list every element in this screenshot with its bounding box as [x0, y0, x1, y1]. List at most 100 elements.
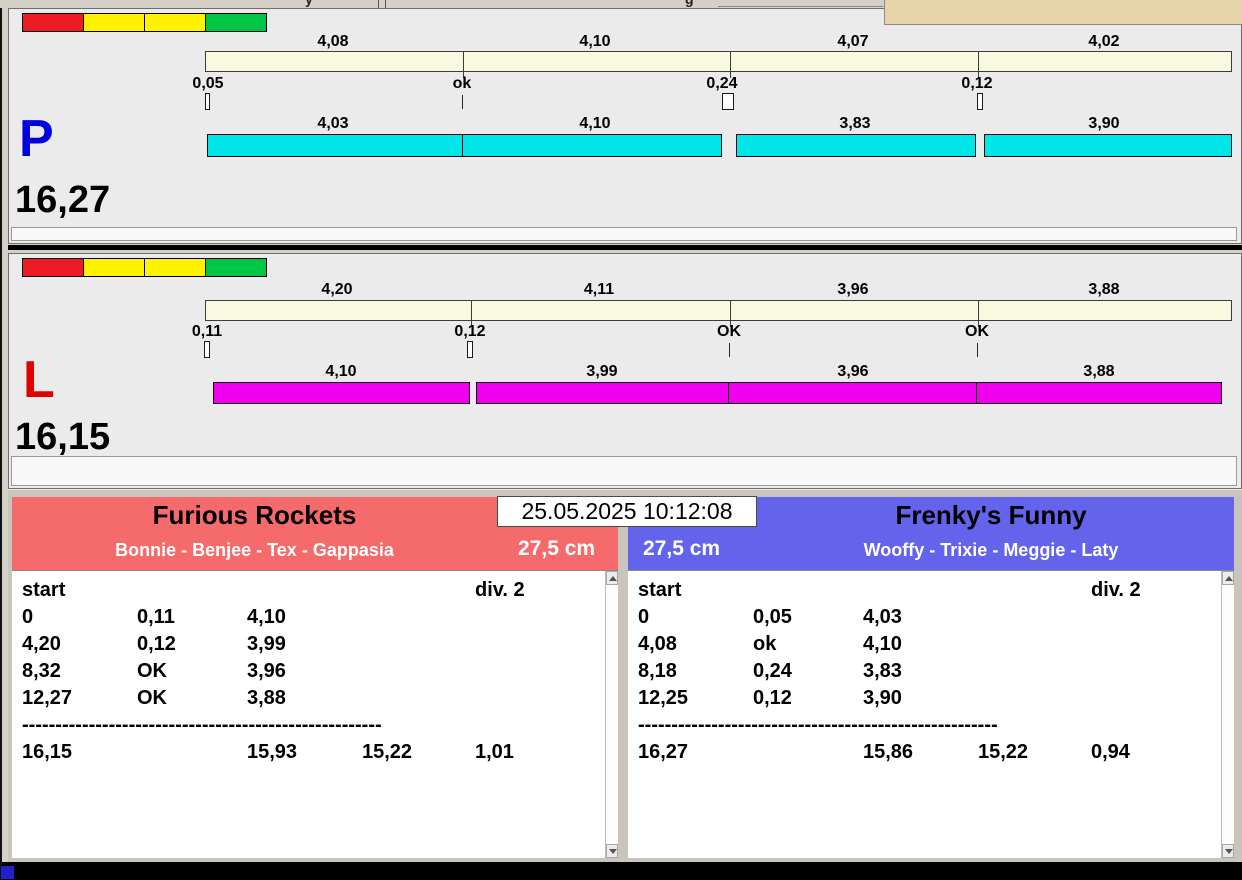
table-cell: 3,90: [863, 687, 902, 709]
lower-split-label: 4,10: [579, 115, 611, 132]
toolbar-divider: [385, 0, 386, 8]
table-cell: 15,86: [863, 741, 914, 763]
light-yellow-icon: [83, 13, 145, 32]
table-cell: 12,27: [22, 687, 73, 709]
table-separator-row: ----------------------------------------…: [12, 714, 618, 741]
team-roster: Bonnie - Benjee - Tex - Gappasia: [115, 540, 394, 560]
table-row: 12,27 OK 3,88: [12, 687, 618, 714]
pass-time-label: OK: [965, 323, 989, 340]
scroll-up-button[interactable]: [1222, 571, 1234, 585]
lower-split-label: 3,96: [837, 363, 869, 380]
toolbar-divider: [378, 0, 379, 8]
section-divider: [8, 245, 1242, 250]
table-cell: 15,22: [978, 741, 1029, 763]
scroll-up-button[interactable]: [606, 571, 618, 585]
lower-split-label: 3,83: [839, 115, 871, 132]
table-body: start div. 2 0 0,11 4,10 4,20 0,12 3,99 …: [12, 571, 618, 768]
pass-ok-tick: [729, 343, 730, 357]
bottom-status-bar: [0, 862, 1242, 880]
table-row: 0 0,05 4,03: [628, 606, 1234, 633]
table-row: 4,20 0,12 3,99: [12, 633, 618, 660]
total-time: 16,27: [638, 741, 689, 763]
table-cell: 8,32: [22, 660, 61, 682]
overlapping-window-corner: [884, 0, 1242, 25]
run-bar-segment: [213, 382, 470, 404]
lower-split-label: 3,88: [1083, 363, 1115, 380]
table-header-row: start div. 2: [12, 579, 618, 606]
table-cell: 1,01: [475, 741, 514, 763]
table-cell: 4,10: [247, 606, 286, 628]
pass-time-label: 0,12: [454, 323, 486, 340]
light-yellow-icon: [144, 258, 206, 277]
run-bar-segment: [984, 134, 1232, 157]
run-bar-segment: [736, 134, 976, 157]
col-start-label: start: [22, 579, 66, 601]
table-cell: OK: [137, 660, 167, 682]
light-green-icon: [205, 258, 267, 277]
pass-gap-marker: [204, 341, 210, 358]
taskbar-accent-square: [1, 866, 14, 879]
table-cell: 0: [22, 606, 34, 628]
table-row: 12,25 0,12 3,90: [628, 687, 1234, 714]
light-green-icon: [205, 13, 267, 32]
table-cell: 3,88: [247, 687, 286, 709]
result-table-right: start div. 2 0 0,05 4,03 4,08 ok 4,10 8,…: [628, 570, 1234, 858]
col-start-label: start: [638, 579, 682, 601]
pass-time-label: 0,24: [706, 75, 738, 92]
upper-split-label: 3,96: [837, 281, 869, 298]
table-scrollbar[interactable]: [605, 571, 618, 858]
table-scrollbar[interactable]: [1221, 571, 1234, 858]
flyball-timing-screen: y g 4,08 4,10 4,07 4,02 0,05 ok 0,24 0,1…: [0, 0, 1242, 880]
scroll-down-button[interactable]: [606, 844, 618, 858]
table-cell: 3,96: [247, 660, 286, 682]
division-label: div. 2: [1091, 579, 1141, 601]
light-yellow-icon: [144, 13, 206, 32]
light-yellow-icon: [83, 258, 145, 277]
start-lights: [22, 258, 267, 277]
pass-gap-marker: [467, 341, 473, 358]
tab-fragment[interactable]: y: [305, 0, 313, 7]
team-name: Furious Rockets: [152, 500, 357, 530]
lane-letter: L: [23, 351, 55, 409]
table-separator-row: ----------------------------------------…: [628, 714, 1234, 741]
table-cell: OK: [137, 687, 167, 709]
lower-split-label: 4,03: [317, 115, 349, 132]
pass-ok-tick: [977, 343, 978, 357]
lane-panel-l: 4,20 4,11 3,96 3,88 0,11 0,12 OK OK 4,10…: [8, 253, 1242, 489]
lower-split-label: 3,99: [586, 363, 618, 380]
table-cell: 0,05: [753, 606, 792, 628]
pass-ok-tick: [462, 95, 463, 109]
table-body: start div. 2 0 0,05 4,03 4,08 ok 4,10 8,…: [628, 571, 1234, 768]
upper-split-label: 4,10: [579, 33, 611, 50]
table-cell: 0: [638, 606, 650, 628]
tab-fragment[interactable]: g: [685, 0, 694, 7]
table-cell: 4,20: [22, 633, 61, 655]
pass-time-label: 0,05: [192, 75, 224, 92]
timestamp-box: 25.05.2025 10:12:08: [497, 496, 757, 527]
table-cell: 0,11: [137, 606, 175, 628]
separator-line: ----------------------------------------…: [638, 714, 998, 736]
pass-gap-marker: [722, 93, 734, 110]
toolbar-edge-line: [718, 6, 883, 7]
lane-total-time: 16,15: [15, 416, 111, 458]
table-cell: 0,12: [753, 687, 792, 709]
lower-split-label: 4,10: [325, 363, 357, 380]
table-cell: 15,22: [362, 741, 413, 763]
table-cell: 0,94: [1091, 741, 1130, 763]
upper-split-bar: [205, 51, 1232, 78]
pass-gap-marker: [977, 93, 983, 110]
pass-time-label: 0,11: [191, 323, 223, 340]
table-row: 0 0,11 4,10: [12, 606, 618, 633]
light-red-icon: [22, 258, 84, 277]
scroll-down-button[interactable]: [1222, 844, 1234, 858]
upper-split-bar: [205, 300, 1232, 327]
jump-height: 27,5 cm: [518, 537, 596, 560]
window-left-edge: [0, 8, 2, 880]
light-red-icon: [22, 13, 84, 32]
table-cell: 8,18: [638, 660, 677, 682]
lower-split-label: 3,90: [1088, 115, 1120, 132]
table-cell: 12,25: [638, 687, 689, 709]
table-cell: 0,12: [137, 633, 176, 655]
run-bar-segment: [976, 382, 1222, 404]
jump-height: 27,5 cm: [643, 537, 721, 560]
